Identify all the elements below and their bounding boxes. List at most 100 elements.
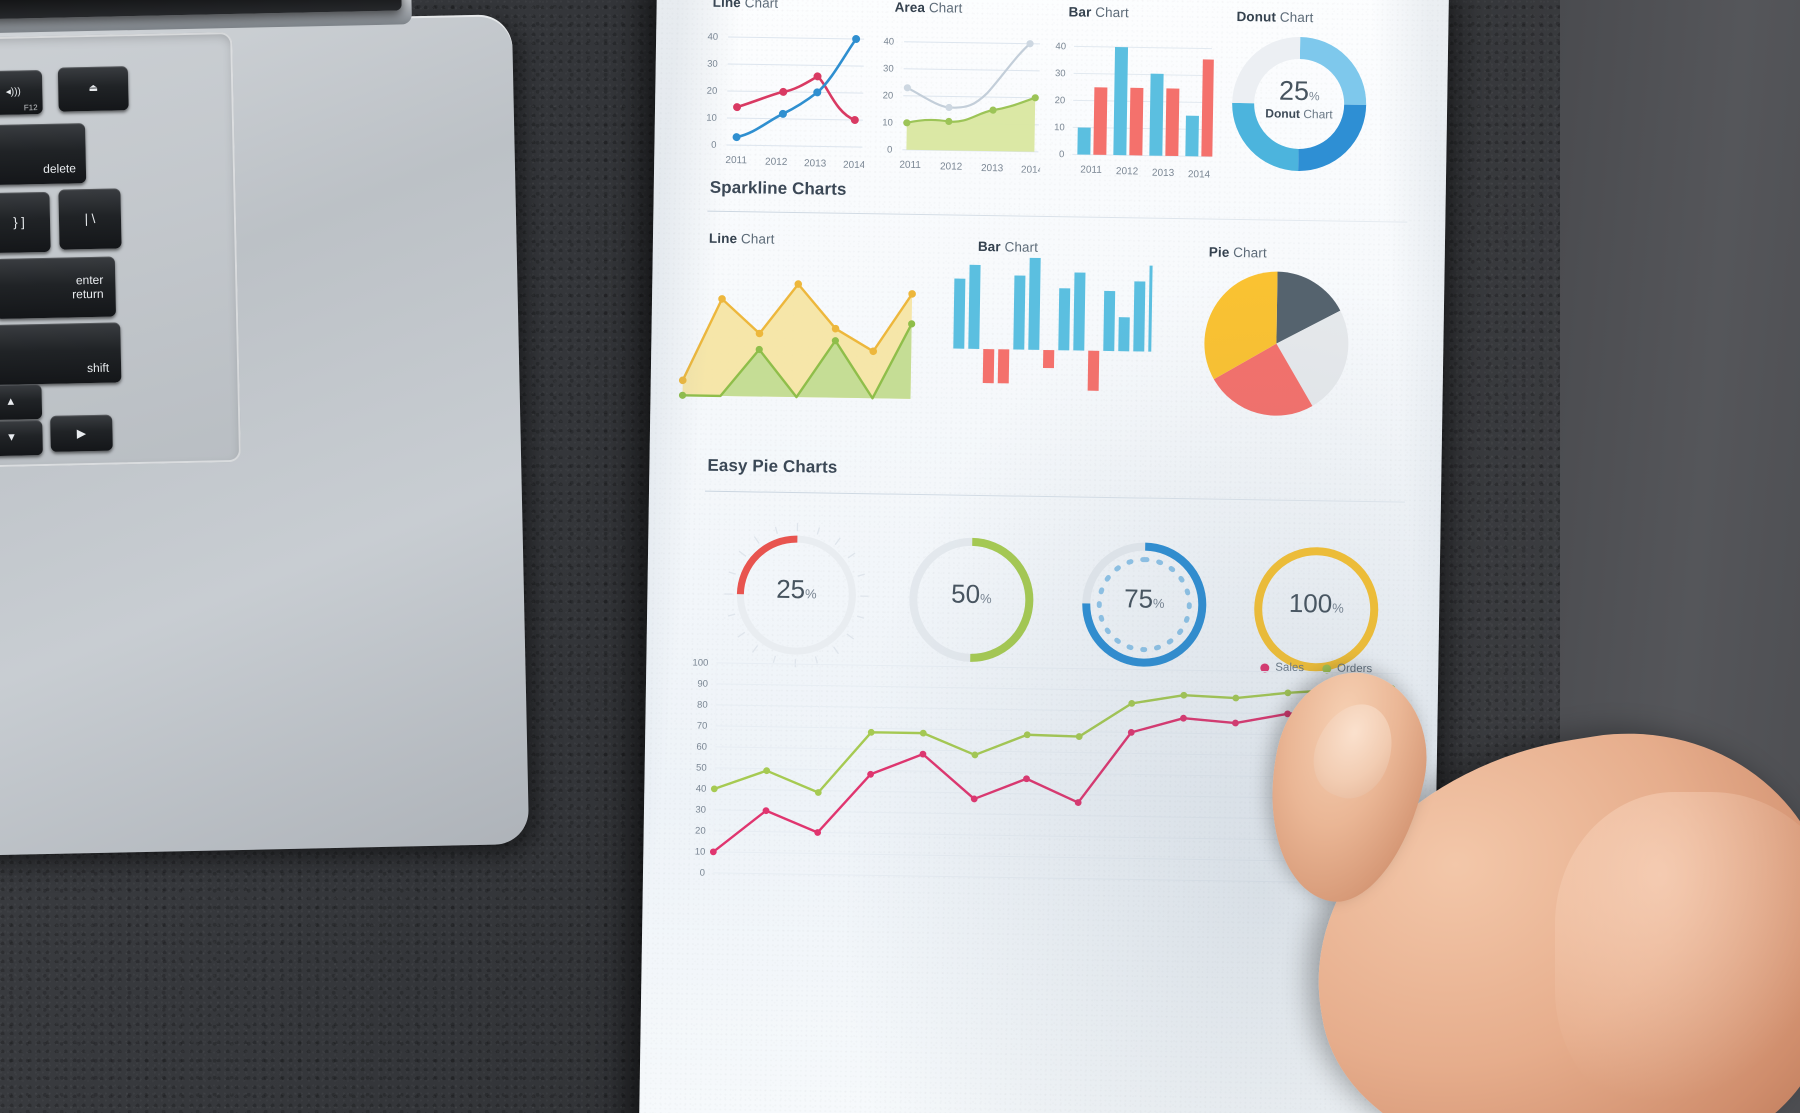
- svg-text:90: 90: [697, 679, 708, 690]
- title-bold: Line: [708, 230, 738, 247]
- svg-text:10: 10: [706, 113, 717, 124]
- gauge-label-50: 50%: [921, 578, 1021, 609]
- arrow-down-icon: ▼: [5, 431, 18, 444]
- donut-center-label: 25% Donut Chart: [1251, 75, 1348, 122]
- svg-text:80: 80: [697, 700, 708, 711]
- gauge-value: 100: [1288, 587, 1333, 619]
- svg-text:30: 30: [883, 63, 894, 74]
- key-arrow-up[interactable]: ▲: [0, 384, 43, 421]
- gauge-label-100: 100%: [1266, 587, 1366, 619]
- title-rest: Chart: [737, 231, 775, 247]
- svg-text:2013: 2013: [1152, 168, 1175, 178]
- key-label: | \: [84, 211, 96, 227]
- gauge-label-75: 75%: [1094, 583, 1194, 614]
- gauge-label-25: 25%: [746, 573, 846, 605]
- chart-title-bar: Bar Chart: [1068, 4, 1128, 20]
- thumbnail: [1301, 692, 1406, 810]
- section-heading-easy-pie: Easy Pie Charts: [707, 455, 838, 477]
- sparkline-title-line: Line Chart: [709, 231, 775, 247]
- key-arrow-down[interactable]: ▼: [0, 420, 43, 457]
- key-label-enter: enter: [75, 272, 104, 288]
- svg-text:30: 30: [695, 805, 706, 816]
- key-glyph: ◂))): [5, 86, 21, 98]
- title-rest: Chart: [1091, 4, 1129, 21]
- area-chart-svg: 40 30 20 10 0 2011 2012 2013 2014: [882, 36, 1042, 173]
- key-backslash[interactable]: | \: [58, 188, 122, 250]
- key-shift-right[interactable]: shift: [0, 322, 122, 386]
- svg-text:40: 40: [1055, 41, 1066, 52]
- svg-text:2012: 2012: [765, 157, 788, 168]
- eject-icon: ⏏: [88, 82, 99, 94]
- svg-text:2013: 2013: [804, 158, 827, 168]
- key-fn-label: F12: [23, 102, 38, 112]
- key-label: shift: [86, 361, 110, 376]
- svg-text:2014: 2014: [1021, 165, 1042, 173]
- donut-value: 25: [1278, 75, 1310, 107]
- key-arrow-right[interactable]: ▶: [50, 414, 113, 452]
- title-rest: Chart: [924, 0, 963, 16]
- gauge-value: 25: [775, 573, 806, 605]
- svg-text:30: 30: [707, 59, 718, 70]
- svg-text:2013: 2013: [981, 163, 1004, 173]
- svg-text:20: 20: [707, 86, 718, 97]
- svg-text:0: 0: [1059, 149, 1064, 160]
- donut-caption-rest: Chart: [1299, 106, 1333, 122]
- svg-text:30: 30: [1055, 68, 1066, 79]
- donut-unit: %: [1308, 89, 1320, 104]
- knuckles-shading: [1555, 792, 1800, 1113]
- svg-text:50: 50: [696, 763, 707, 774]
- gauge-unit: %: [1332, 600, 1344, 616]
- svg-text:2012: 2012: [940, 161, 963, 172]
- gauge-unit: %: [1152, 595, 1165, 611]
- photo-scene: ▶‖ F8 ▶▶ F9 ◂ F10 ◂)) F11 ◂))) F12 ⏏ ( 9…: [0, 0, 1800, 1113]
- svg-text:70: 70: [697, 721, 708, 732]
- chart-title-line: Line Chart: [713, 0, 779, 11]
- svg-text:40: 40: [883, 36, 894, 47]
- chart-title-donut: Donut Chart: [1236, 9, 1313, 25]
- sparkline-area-svg: [678, 280, 916, 400]
- title-rest: Chart: [1229, 244, 1267, 261]
- line-chart-svg: 40 30 20 10 0 2011 2012 2013 2014: [706, 32, 866, 168]
- donut-caption: Donut Chart: [1251, 106, 1347, 122]
- svg-text:2014: 2014: [843, 160, 866, 168]
- key-eject[interactable]: ⏏: [57, 66, 129, 112]
- key-label: delete: [43, 161, 77, 177]
- svg-text:2011: 2011: [899, 160, 921, 171]
- svg-text:2011: 2011: [725, 155, 747, 166]
- svg-text:100: 100: [692, 657, 708, 668]
- title-bold: Bar: [977, 238, 1001, 255]
- sparkline-title-bar: Bar Chart: [978, 239, 1038, 255]
- gauge-unit: %: [979, 591, 992, 607]
- arrow-up-icon: ▲: [5, 395, 17, 408]
- key-f12[interactable]: ◂))) F12: [0, 69, 43, 116]
- key-label: } ]: [13, 214, 25, 230]
- title-bold: Line: [712, 0, 741, 11]
- gauge-value: 50: [950, 578, 981, 609]
- title-rest: Chart: [1275, 9, 1314, 26]
- gauge-unit: %: [804, 586, 817, 602]
- sparkline-bar-svg: [953, 257, 1153, 391]
- svg-text:2011: 2011: [1080, 165, 1102, 176]
- title-bold: Pie: [1208, 244, 1230, 260]
- svg-text:0: 0: [711, 140, 716, 151]
- key-return[interactable]: enter return: [0, 256, 117, 319]
- key-label-return: return: [72, 286, 104, 301]
- title-bold: Area: [894, 0, 926, 16]
- svg-text:10: 10: [882, 117, 893, 128]
- svg-text:60: 60: [696, 742, 707, 753]
- donut-caption-bold: Donut: [1265, 106, 1301, 121]
- svg-text:20: 20: [695, 826, 706, 837]
- gauge-value: 75: [1123, 583, 1154, 614]
- svg-text:40: 40: [707, 32, 718, 43]
- svg-text:20: 20: [1055, 95, 1066, 106]
- key-delete[interactable]: delete: [0, 123, 87, 186]
- svg-text:2012: 2012: [1116, 166, 1139, 177]
- pie-chart-svg: [1204, 271, 1349, 416]
- section-divider-2: [705, 490, 1405, 503]
- title-rest: Chart: [740, 0, 779, 11]
- key-bracket-right[interactable]: } ]: [0, 191, 51, 254]
- svg-text:10: 10: [1054, 122, 1065, 133]
- section-divider-1: [707, 210, 1408, 223]
- hand-holding-paper: [1248, 658, 1800, 1113]
- title-rest: Chart: [1000, 239, 1039, 255]
